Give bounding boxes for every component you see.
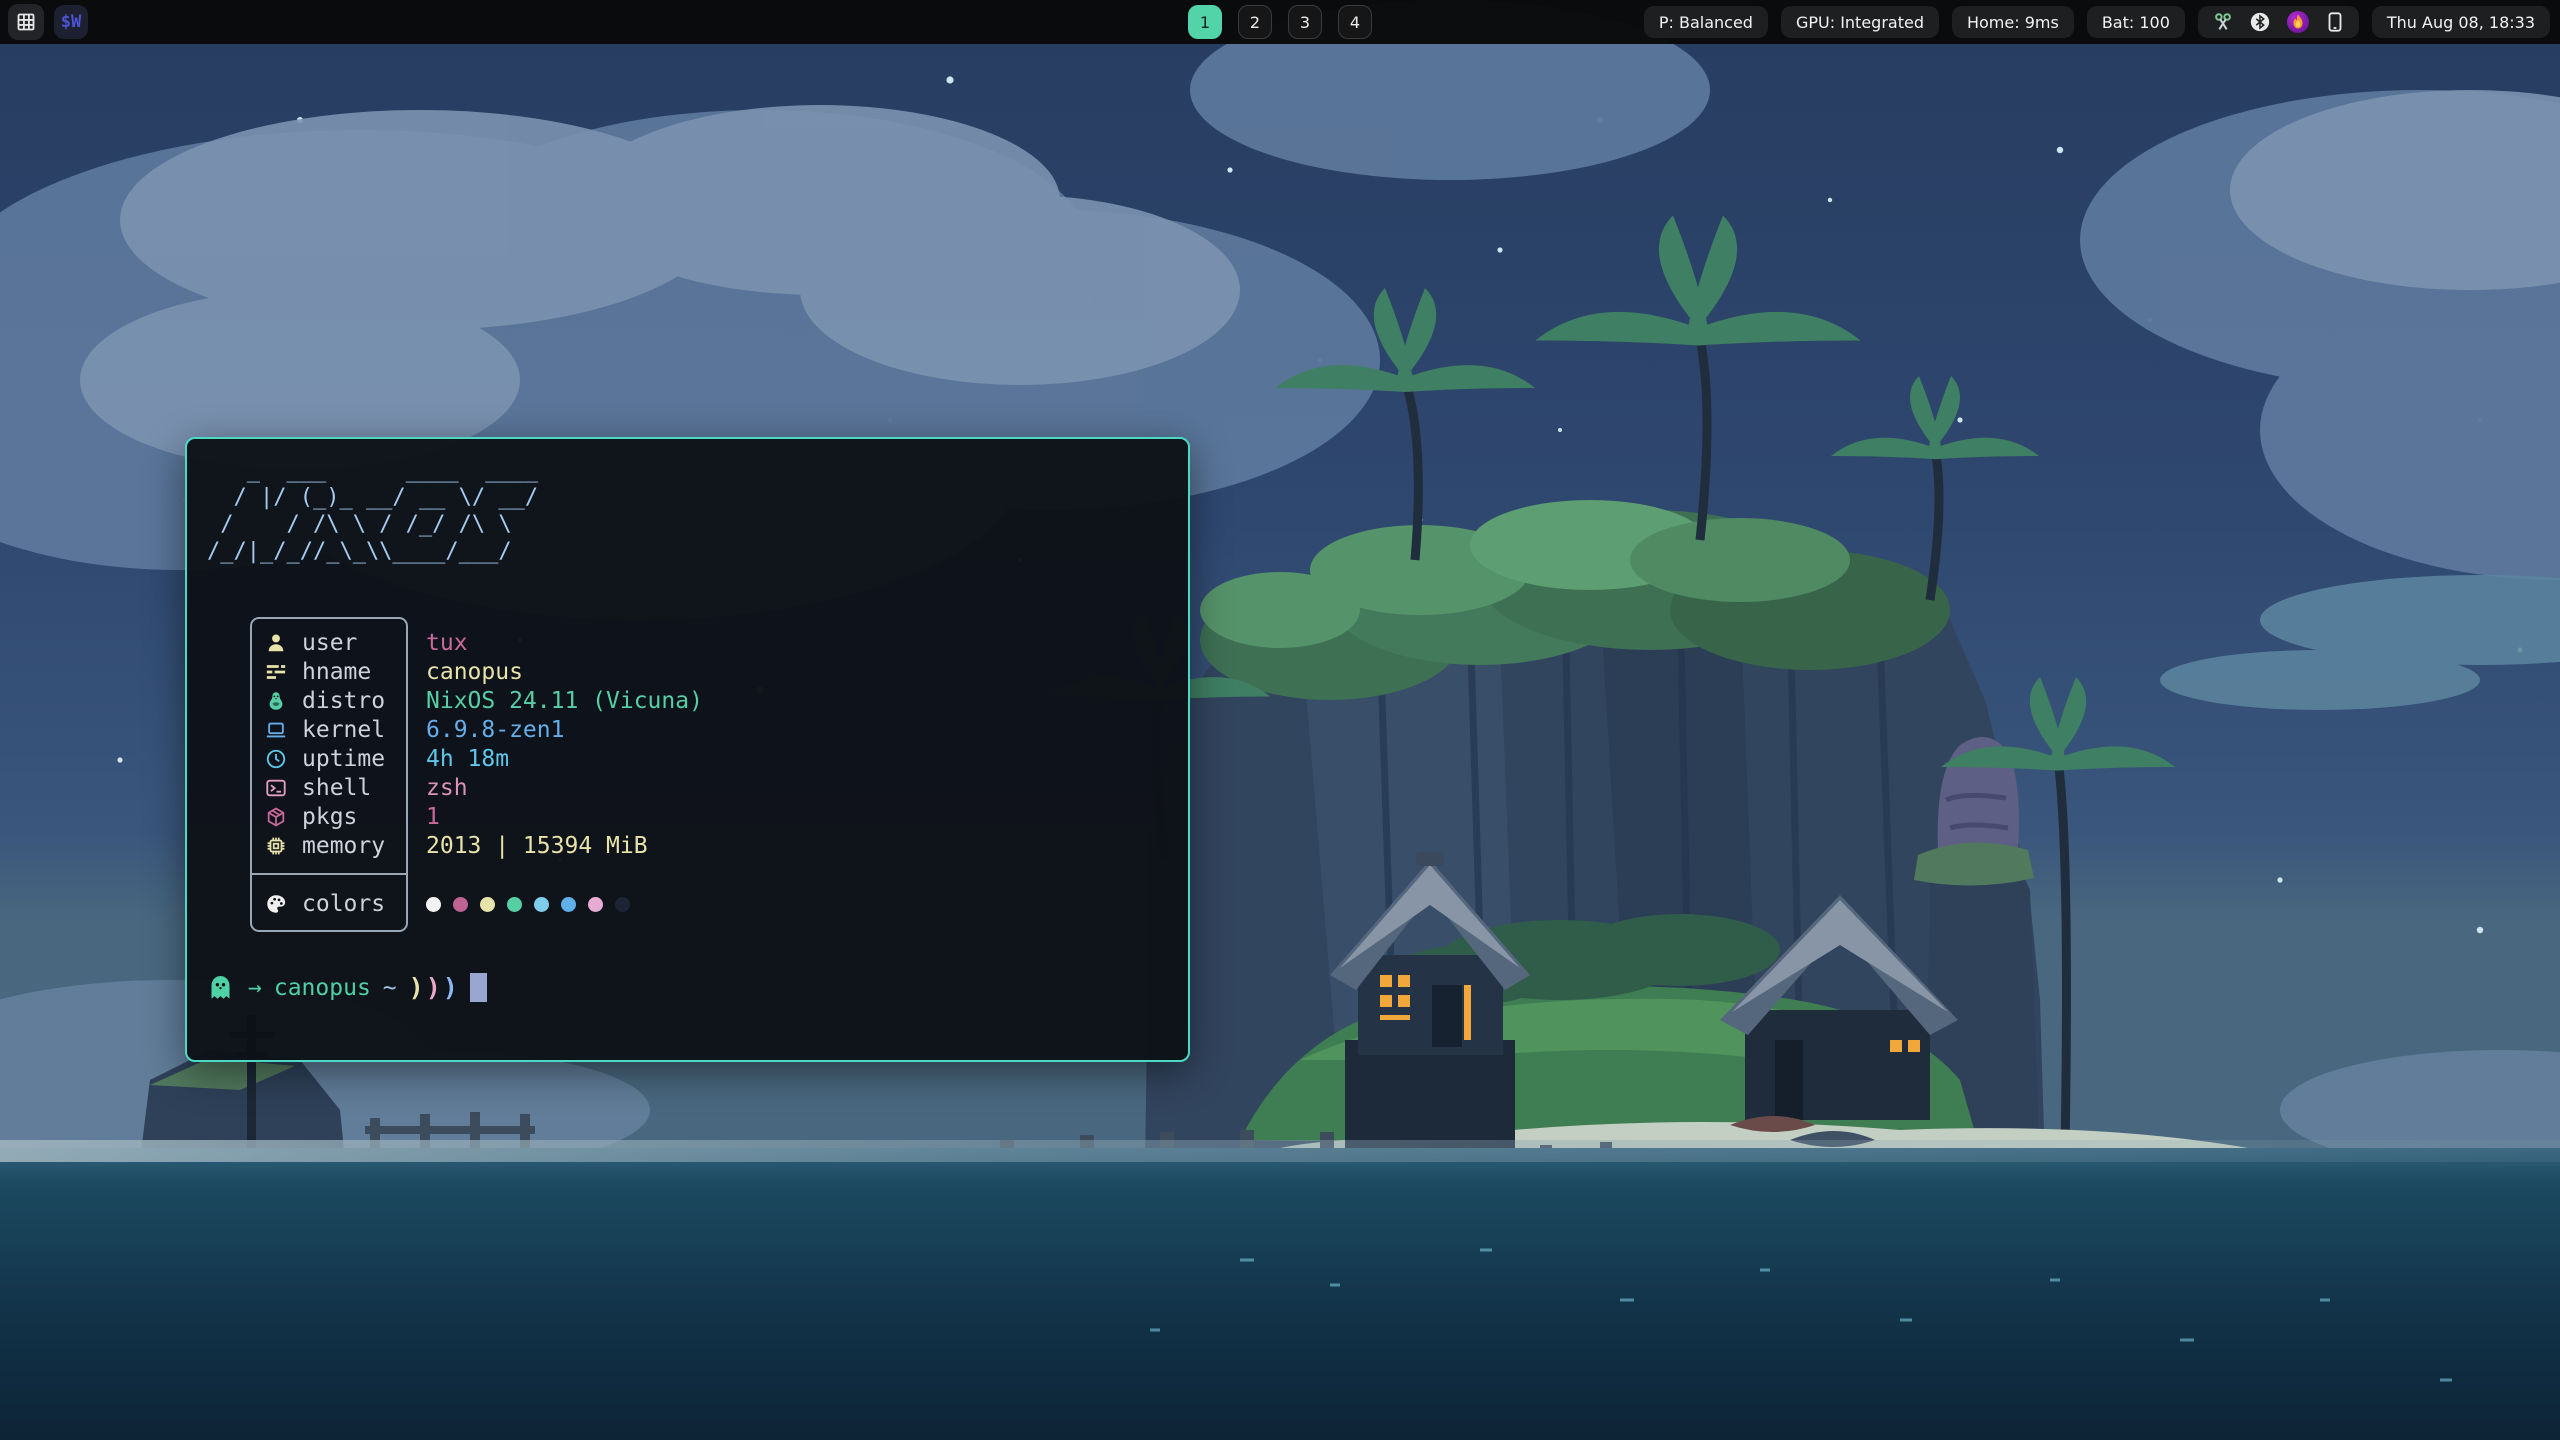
ascii-logo: _ ___ ____ ____ / |/ (_)_ __/ __ \/ __/ … xyxy=(207,457,1168,565)
value-user: tux xyxy=(426,628,703,657)
palette-icon xyxy=(265,893,287,915)
clock-indicator[interactable]: Thu Aug 08, 18:33 xyxy=(2372,6,2550,38)
laptop-icon xyxy=(265,719,287,741)
home-latency-indicator[interactable]: Home: 9ms xyxy=(1952,6,2074,38)
value-uptime: 4h 18m xyxy=(426,744,703,773)
fetch-row-pkgs: pkgs xyxy=(252,802,406,831)
terminal-icon xyxy=(265,777,287,799)
sw-logo-button[interactable]: $W xyxy=(54,5,88,39)
battery-indicator[interactable]: Bat: 100 xyxy=(2087,6,2185,38)
app-grid-icon xyxy=(16,12,36,32)
workspace-3[interactable]: 3 xyxy=(1288,5,1322,39)
fetch-row-distro: distro xyxy=(252,686,406,715)
workspace-switcher: 1 2 3 4 xyxy=(1188,5,1372,39)
shell-prompt[interactable]: → canopus ~ ))) xyxy=(207,973,487,1002)
fetch-row-memory: memory xyxy=(252,831,406,860)
palette-dots xyxy=(426,886,703,922)
fetch-labels-box: user hname distro kernel uptime xyxy=(250,617,408,932)
system-tray xyxy=(2198,6,2359,38)
app-grid-button[interactable] xyxy=(8,4,44,40)
hostname-icon xyxy=(265,661,287,683)
bluetooth-icon[interactable] xyxy=(2249,11,2271,33)
clock-icon xyxy=(265,748,287,770)
prompt-chevrons: ))) xyxy=(409,973,460,1002)
fetch-info: user hname distro kernel uptime xyxy=(250,617,1168,932)
flame-icon[interactable] xyxy=(2286,10,2310,34)
palette-dot xyxy=(507,897,522,912)
sw-logo-icon: $W xyxy=(61,12,81,32)
fetch-values: tux canopus NixOS 24.11 (Vicuna) 6.9.8-z… xyxy=(424,617,705,932)
scissors-icon[interactable] xyxy=(2212,11,2234,33)
workspace-1[interactable]: 1 xyxy=(1188,5,1222,39)
package-icon xyxy=(265,806,287,828)
memory-icon xyxy=(265,835,287,857)
value-memory: 2013 | 15394 MiB xyxy=(426,831,703,860)
power-profile-indicator[interactable]: P: Balanced xyxy=(1644,6,1768,38)
palette-dot xyxy=(453,897,468,912)
fetch-divider xyxy=(252,873,406,875)
gpu-indicator[interactable]: GPU: Integrated xyxy=(1781,6,1939,38)
workspace-2[interactable]: 2 xyxy=(1238,5,1272,39)
fetch-row-colors: colors xyxy=(252,886,406,922)
prompt-path: ~ xyxy=(383,975,397,1001)
value-distro: NixOS 24.11 (Vicuna) xyxy=(426,686,703,715)
fetch-row-kernel: kernel xyxy=(252,715,406,744)
prompt-arrow: → xyxy=(248,975,262,1001)
penguin-icon xyxy=(265,690,287,712)
palette-dot xyxy=(588,897,603,912)
palette-dot xyxy=(480,897,495,912)
prompt-host: canopus xyxy=(274,975,371,1001)
terminal-window[interactable]: _ ___ ____ ____ / |/ (_)_ __/ __ \/ __/ … xyxy=(185,437,1190,1062)
workspace-4[interactable]: 4 xyxy=(1338,5,1372,39)
top-bar: $W 1 2 3 4 P: Balanced GPU: Integrated H… xyxy=(0,0,2560,44)
palette-dot xyxy=(615,897,630,912)
phone-icon[interactable] xyxy=(2325,11,2345,33)
fetch-row-uptime: uptime xyxy=(252,744,406,773)
value-pkgs: 1 xyxy=(426,802,703,831)
ghost-icon xyxy=(207,974,234,1001)
value-kernel: 6.9.8-zen1 xyxy=(426,715,703,744)
fetch-row-hname: hname xyxy=(252,657,406,686)
value-shell: zsh xyxy=(426,773,703,802)
text-cursor[interactable] xyxy=(470,973,487,1002)
palette-dot xyxy=(426,897,441,912)
palette-dot xyxy=(561,897,576,912)
fetch-row-user: user xyxy=(252,628,406,657)
palette-dot xyxy=(534,897,549,912)
user-icon xyxy=(265,632,287,654)
value-hname: canopus xyxy=(426,657,703,686)
fetch-row-shell: shell xyxy=(252,773,406,802)
